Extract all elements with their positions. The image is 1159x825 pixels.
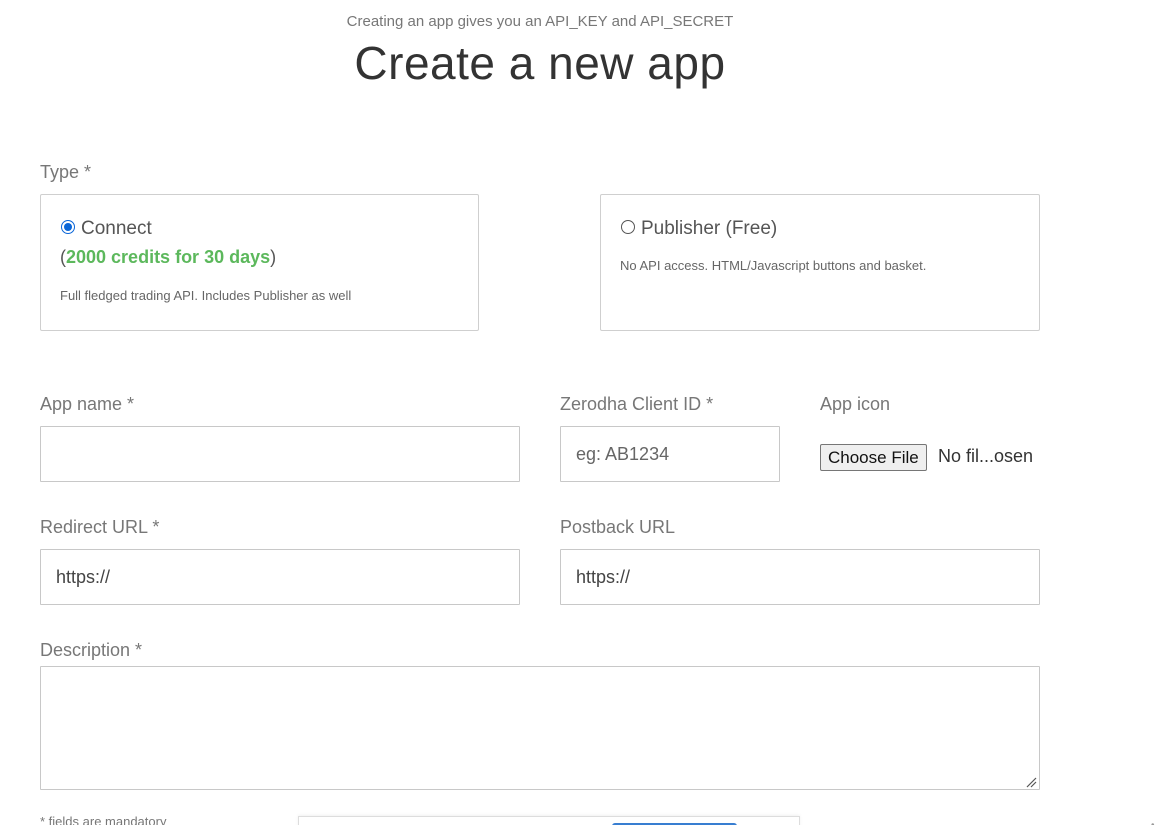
type-label: Type * <box>40 162 92 182</box>
publisher-description: No API access. HTML/Javascript buttons a… <box>620 258 927 273</box>
type-option-connect[interactable]: Connect (2000 credits for 30 days) Full … <box>40 194 479 331</box>
app-icon-label: App icon <box>820 394 891 414</box>
connect-credits: (2000 credits for 30 days) <box>60 247 277 267</box>
client-id-input[interactable] <box>560 426 780 482</box>
app-name-input[interactable] <box>40 426 520 482</box>
publisher-radio[interactable] <box>621 220 635 234</box>
create-app-page: Creating an app gives you an API_KEY and… <box>0 0 1159 825</box>
connect-description: Full fledged trading API. Includes Publi… <box>60 288 352 303</box>
description-label: Description * <box>40 640 143 660</box>
description-textarea[interactable] <box>40 666 1040 790</box>
redirect-url-label: Redirect URL * <box>40 517 160 537</box>
choose-file-button[interactable]: Choose File <box>820 444 927 471</box>
client-id-label: Zerodha Client ID * <box>560 394 714 414</box>
scroll-indicator-icon: • <box>1151 820 1155 825</box>
mandatory-note: * fields are mandatory <box>40 814 167 825</box>
postback-url-input[interactable] <box>560 549 1040 605</box>
credits-highlight: 2000 credits for 30 days <box>66 247 271 267</box>
connect-label: Connect <box>81 218 152 239</box>
redirect-url-input[interactable] <box>40 549 520 605</box>
connect-radio[interactable] <box>61 220 75 234</box>
publisher-label: Publisher (Free) <box>641 218 778 239</box>
page-title: Create a new app <box>354 37 726 89</box>
type-option-publisher[interactable]: Publisher (Free) No API access. HTML/Jav… <box>600 194 1040 331</box>
resize-grip-icon[interactable] <box>1026 777 1037 788</box>
postback-url-label: Postback URL <box>560 517 676 537</box>
app-name-label: App name * <box>40 394 135 414</box>
file-status-text: No fil...osen <box>938 446 1034 466</box>
page-subtitle: Creating an app gives you an API_KEY and… <box>346 13 734 30</box>
